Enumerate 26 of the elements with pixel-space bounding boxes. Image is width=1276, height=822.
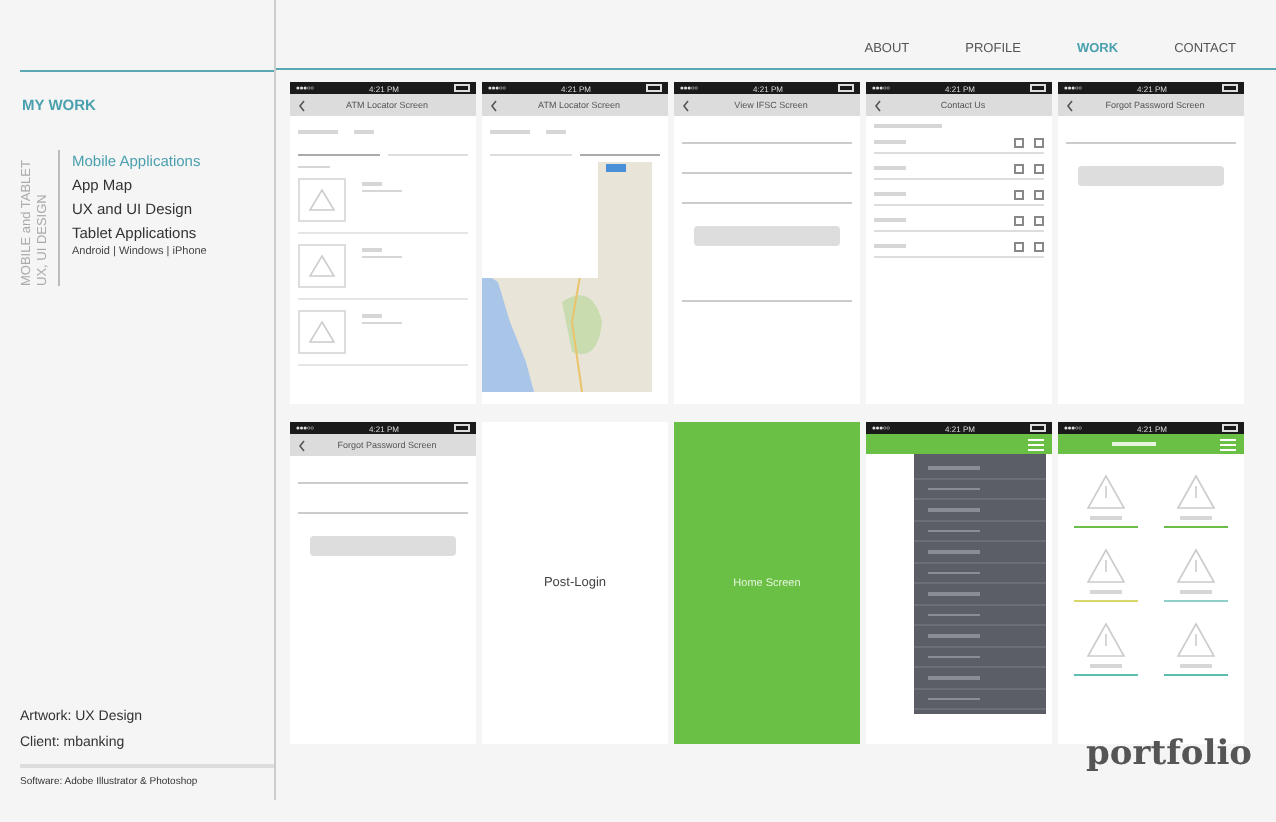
warning-icon [1086,622,1127,658]
warning-icon [1175,548,1216,584]
contact-row[interactable] [874,163,1044,179]
back-icon[interactable] [298,439,306,451]
back-icon[interactable] [874,99,882,111]
warning-icon [308,254,336,278]
contact-row[interactable] [874,241,1044,257]
portfolio-logo: portfolio [1086,734,1252,774]
contact-row[interactable] [874,189,1044,205]
menu-icon[interactable] [1028,437,1044,451]
warning-icon [1175,622,1216,658]
contact-row[interactable] [874,215,1044,231]
contact-row[interactable] [874,137,1044,153]
menu-icon[interactable] [1220,437,1236,451]
warning-icon [308,188,336,212]
back-icon[interactable] [682,99,690,111]
warning-icon [1175,474,1216,510]
warning-icon [308,320,336,344]
warning-icon [1086,548,1127,584]
back-icon[interactable] [490,99,498,111]
atm-list-item[interactable] [298,310,468,366]
back-icon[interactable] [1066,99,1074,111]
warning-icon [1086,474,1127,510]
atm-list-item[interactable] [298,244,468,300]
atm-list-item[interactable] [298,178,468,234]
back-icon[interactable] [298,99,306,111]
